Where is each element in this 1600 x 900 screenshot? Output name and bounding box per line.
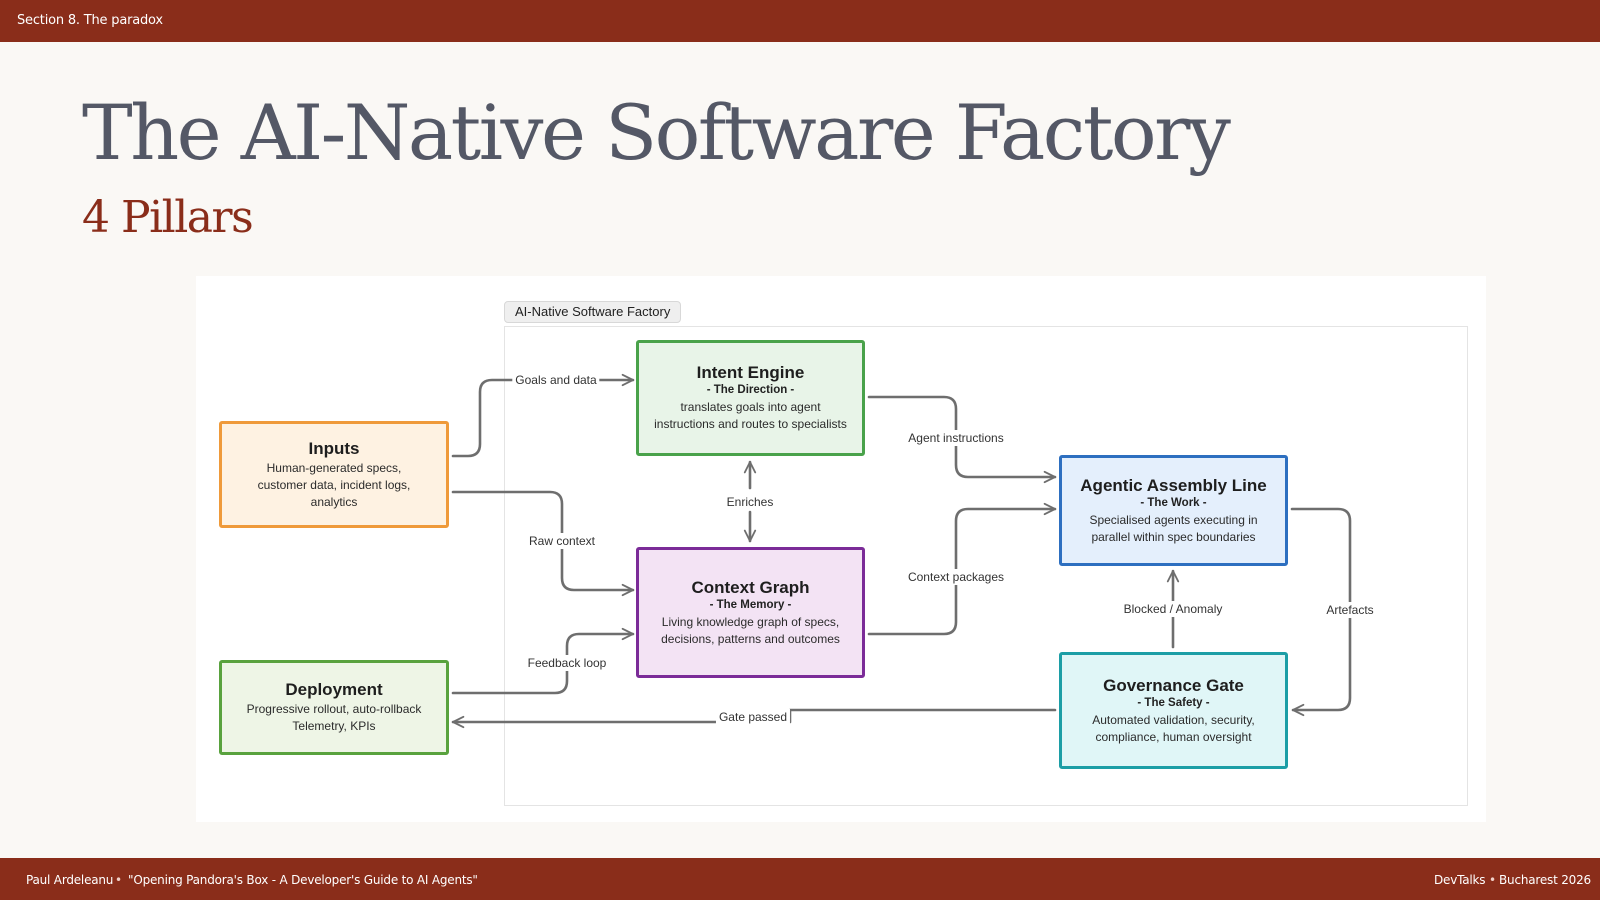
edge-label-context-packages: Context packages [904, 569, 1008, 585]
edge-goals [451, 373, 635, 458]
footer-location: Bucharest 2026 [1499, 873, 1591, 887]
footer-author: Paul Ardeleanu [26, 873, 114, 887]
context-graph-title: Context Graph [691, 577, 810, 597]
governance-gate-role: - The Safety - [1137, 696, 1210, 709]
edge-label-enriches: Enriches [723, 494, 777, 510]
intent-engine-node[interactable]: Intent Engine - The Direction - translat… [636, 340, 865, 456]
edge-label-artefacts: Artefacts [1323, 602, 1377, 618]
governance-gate-desc: Automated validation, security, complian… [1092, 712, 1255, 744]
edge-label-feedback: Feedback loop [524, 655, 610, 671]
inputs-title: Inputs [308, 438, 360, 458]
edge-label-agent-instructions: Agent instructions [905, 430, 1007, 446]
footer-event: DevTalks [1434, 873, 1486, 887]
assembly-line-title: Agentic Assembly Line [1080, 475, 1267, 495]
footer-bar: Paul Ardeleanu • "Opening Pandora's Box … [0, 858, 1600, 900]
deployment-node[interactable]: Deployment Progressive rollout, auto-rol… [219, 660, 449, 755]
footer-separator: • [115, 873, 122, 887]
deployment-desc: Progressive rollout, auto-rollback Telem… [246, 702, 422, 733]
edge-label-gate-passed: Gate passed [715, 709, 791, 725]
assembly-line-node[interactable]: Agentic Assembly Line - The Work - Speci… [1059, 455, 1288, 566]
edge-label-blocked: Blocked / Anomaly [1120, 601, 1226, 617]
deployment-title: Deployment [285, 680, 383, 699]
governance-gate-title: Governance Gate [1103, 675, 1244, 695]
inputs-node[interactable]: Inputs Human-generated specs, customer d… [219, 421, 449, 528]
edge-label-raw-context: Raw context [525, 533, 599, 549]
inputs-desc: Human-generated specs, customer data, in… [257, 460, 411, 509]
intent-engine-role: - The Direction - [706, 384, 795, 396]
intent-engine-desc: translates goals into agent instructions… [654, 400, 847, 431]
context-graph-role: - The Memory - [709, 598, 792, 611]
governance-gate-node[interactable]: Governance Gate - The Safety - Automated… [1059, 652, 1288, 769]
footer-separator-2: • [1489, 873, 1496, 887]
assembly-line-desc: Specialised agents executing in parallel… [1089, 512, 1258, 544]
context-graph-node[interactable]: Context Graph - The Memory - Living know… [636, 547, 865, 678]
context-graph-desc: Living knowledge graph of specs, decisio… [661, 614, 840, 646]
intent-engine-title: Intent Engine [696, 363, 805, 382]
edge-label-goals: Goals and data [512, 372, 600, 388]
footer-talk-title: "Opening Pandora's Box - A Developer's G… [128, 873, 478, 887]
assembly-line-role: - The Work - [1140, 496, 1207, 509]
